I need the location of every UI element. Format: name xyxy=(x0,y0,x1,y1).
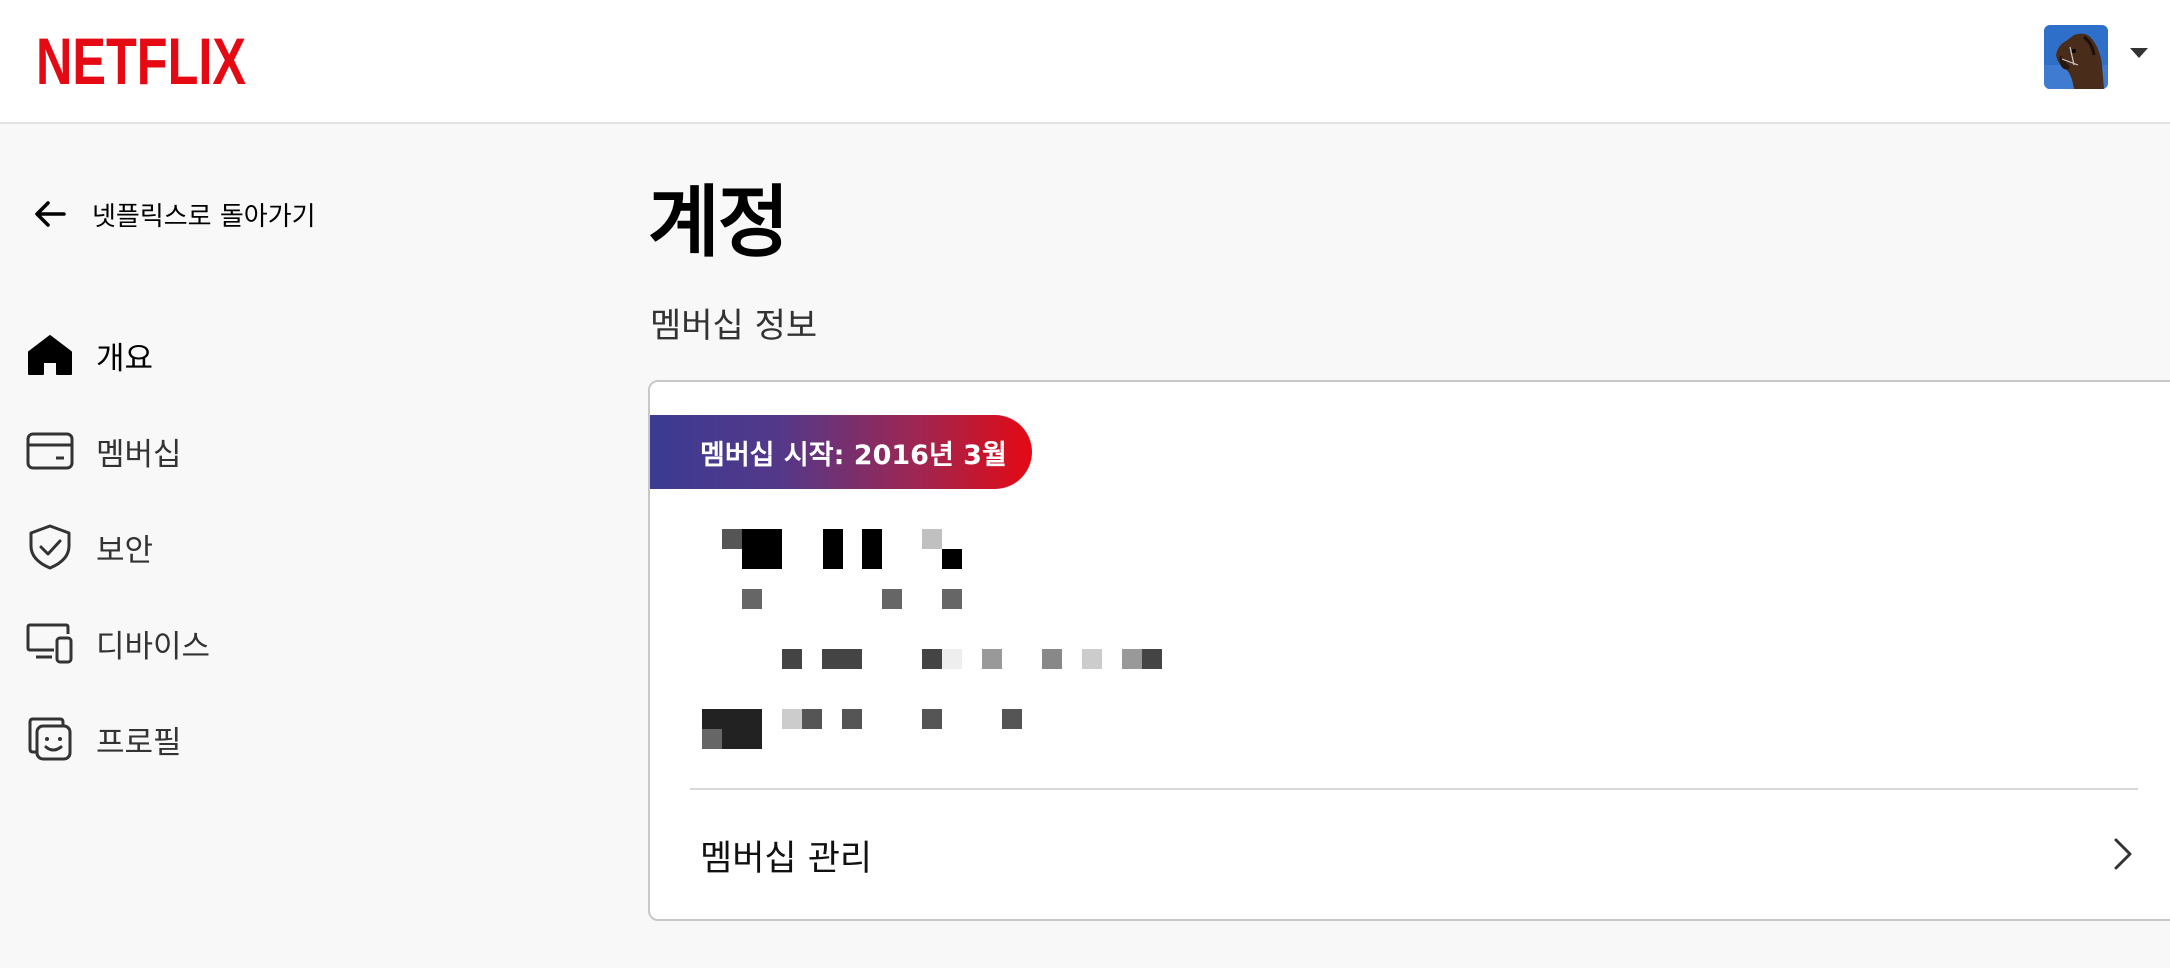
devices-icon xyxy=(26,619,74,667)
back-link-label: 넷플릭스로 돌아가기 xyxy=(92,201,316,232)
sidebar-item-security[interactable]: 보안 xyxy=(26,522,426,572)
sidebar-item-label: 디바이스 xyxy=(96,628,211,665)
sidebar-item-label: 개요 xyxy=(96,340,154,377)
profiles-icon xyxy=(26,715,74,763)
top-header: NETFLIX xyxy=(0,0,2170,124)
arrow-left-icon xyxy=(35,201,66,227)
avatar-image xyxy=(2044,25,2108,89)
back-to-netflix-link[interactable]: 넷플릭스로 돌아가기 xyxy=(30,194,316,234)
redacted-plan-info xyxy=(650,382,2170,782)
manage-membership-label: 멤버십 관리 xyxy=(700,838,873,879)
svg-text:NETFLIX: NETFLIX xyxy=(36,26,246,90)
sidebar-item-label: 멤버십 xyxy=(96,436,182,473)
sidebar-item-label: 보안 xyxy=(96,532,154,569)
sidebar-item-overview[interactable]: 개요 xyxy=(26,330,426,380)
card-divider xyxy=(690,788,2138,790)
membership-card: 멤버십 시작: 2016년 3월 멤버십 관리 xyxy=(648,380,2170,921)
credit-card-icon xyxy=(26,427,74,475)
shield-check-icon xyxy=(26,523,74,571)
home-icon xyxy=(26,331,74,379)
netflix-logo[interactable]: NETFLIX xyxy=(36,26,248,90)
sidebar-item-devices[interactable]: 디바이스 xyxy=(26,618,426,668)
sidebar-item-profiles[interactable]: 프로필 xyxy=(26,714,426,764)
section-label: 멤버십 정보 xyxy=(650,306,818,346)
profile-avatar[interactable] xyxy=(2044,25,2108,89)
chevron-right-icon xyxy=(2114,838,2132,870)
page-title: 계정 xyxy=(648,178,790,268)
sidebar-item-membership[interactable]: 멤버십 xyxy=(26,426,426,476)
caret-down-icon[interactable] xyxy=(2130,48,2148,58)
sidebar-item-label: 프로필 xyxy=(96,724,182,761)
manage-membership-link[interactable]: 멤버십 관리 xyxy=(650,792,2170,918)
